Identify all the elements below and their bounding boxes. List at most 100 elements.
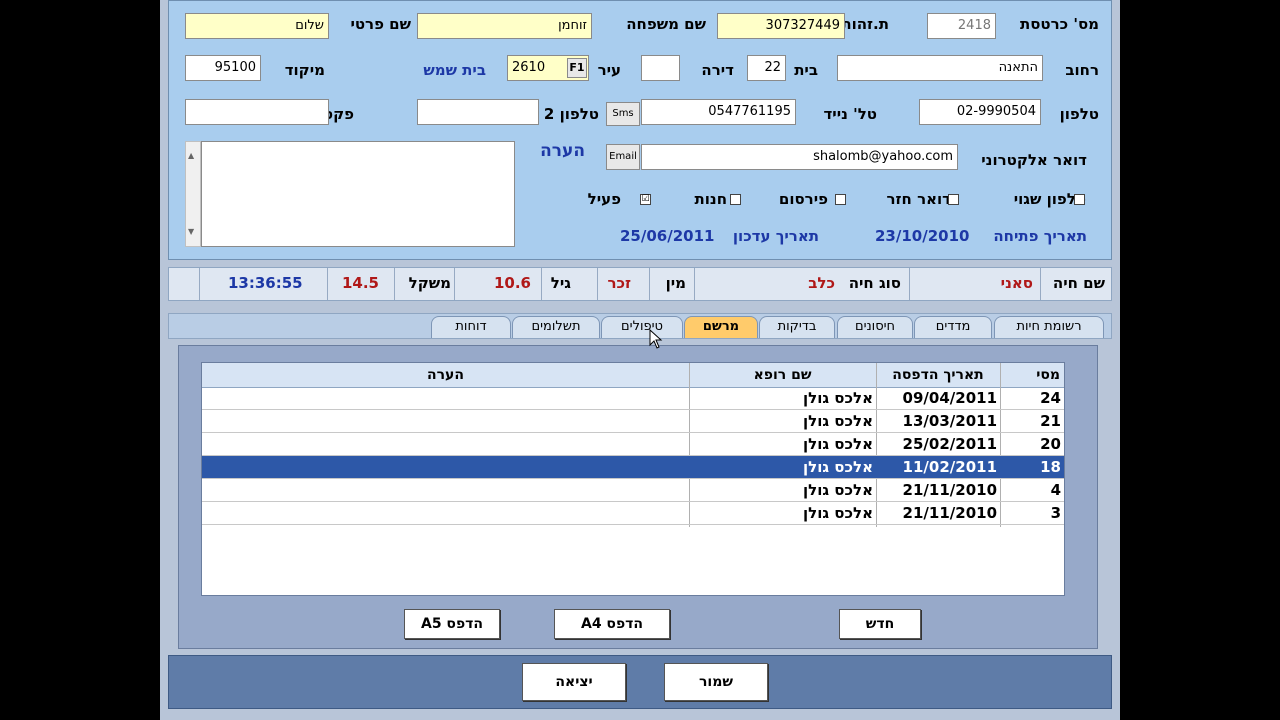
update-date-value: 25/06/2011: [620, 227, 715, 245]
id-label: ת.זהות: [841, 15, 889, 33]
clock-time: 13:36:55: [228, 274, 303, 292]
open-date-label: תאריך פתיחה: [993, 227, 1087, 245]
new-button[interactable]: חדש: [839, 609, 921, 639]
cell-no: 20: [1040, 435, 1061, 453]
prescriptions-panel: מסי תאריך הדפסה שם רופא הערה 24 09/04/20…: [178, 345, 1098, 649]
clinic-window: מס' כרטסת 2418 ת.זהות 307327449 שם משפחה…: [160, 0, 1120, 720]
checkbox-label-active: פעיל: [587, 190, 621, 208]
cell-no: 3: [1050, 504, 1061, 522]
bottom-bar: שמור יציאה: [168, 655, 1112, 709]
sex-value: זכר: [607, 274, 631, 292]
prescriptions-table: מסי תאריך הדפסה שם רופא הערה 24 09/04/20…: [201, 362, 1065, 596]
phone-field[interactable]: 02-9990504: [919, 99, 1041, 125]
save-button[interactable]: שמור: [664, 663, 768, 701]
mobile-label: טל' נייד: [823, 105, 877, 123]
strip-divider: [909, 268, 910, 300]
tab-reports[interactable]: דוחות: [431, 316, 511, 338]
animal-name-value: סאני: [1000, 274, 1033, 292]
table-row[interactable]: 24 09/04/2011 אלכס גולן: [202, 387, 1064, 410]
update-date-label: תאריך עדכון: [732, 227, 819, 245]
street-field[interactable]: התאנה: [837, 55, 1043, 81]
strip-divider: [541, 268, 542, 300]
first-name-field[interactable]: שלום: [185, 13, 329, 39]
cell-doctor: אלכס גולן: [803, 458, 873, 476]
tab-tests[interactable]: בדיקות: [759, 316, 835, 338]
advertising-checkbox[interactable]: [835, 194, 846, 205]
phone-label: טלפון: [1059, 105, 1099, 123]
strip-divider: [454, 268, 455, 300]
age-value: 10.6: [493, 274, 531, 292]
cell-note: [202, 387, 689, 410]
strip-divider: [327, 268, 328, 300]
strip-divider: [394, 268, 395, 300]
col-header-doctor[interactable]: שם רופא: [689, 363, 876, 387]
phone2-field[interactable]: [417, 99, 539, 125]
table-row[interactable]: 20 25/02/2011 אלכס גולן: [202, 433, 1064, 456]
note-textarea[interactable]: [201, 141, 515, 247]
last-name-field[interactable]: זוחמן: [417, 13, 592, 39]
cell-doctor: אלכס גולן: [803, 412, 873, 430]
mouse-cursor-icon: [649, 329, 663, 349]
card-no-field[interactable]: 2418: [927, 13, 996, 39]
cell-no: 21: [1040, 412, 1061, 430]
email-button[interactable]: Email: [606, 144, 640, 170]
cell-note: [202, 502, 689, 525]
strip-divider: [1040, 268, 1041, 300]
strip-divider: [649, 268, 650, 300]
strip-divider: [597, 268, 598, 300]
id-field[interactable]: 307327449: [717, 13, 845, 39]
tab-measurements[interactable]: מדדים: [914, 316, 992, 338]
city-name: בית שמש: [423, 61, 486, 79]
weight-value: 14.5: [341, 274, 379, 292]
table-row[interactable]: 4 21/11/2010 אלכס גולן: [202, 479, 1064, 502]
tab-vaccinations[interactable]: חיסונים: [837, 316, 913, 338]
animal-type-value: כלב: [808, 274, 835, 292]
checkbox-label-mail-returned: דואר חזר: [886, 190, 951, 208]
mobile-field[interactable]: 0547761195: [641, 99, 796, 125]
table-row[interactable]: 21 13/03/2011 אלכס גולן: [202, 410, 1064, 433]
note-scrollbar[interactable]: ▲ ▼: [185, 141, 201, 247]
tab-payments[interactable]: תשלומים: [512, 316, 600, 338]
fax-field[interactable]: [185, 99, 329, 125]
cell-note: [202, 433, 689, 456]
tab-prescription[interactable]: מרשם: [684, 316, 758, 338]
city-lookup-button[interactable]: F1: [567, 58, 587, 78]
print-a4-button[interactable]: הדפס A4: [554, 609, 670, 639]
col-header-no[interactable]: מסי: [1000, 363, 1064, 387]
zip-label: מיקוד: [284, 61, 325, 79]
zip-field[interactable]: 95100: [185, 55, 261, 81]
wrong-phone-checkbox[interactable]: [1074, 194, 1085, 205]
strip-divider: [694, 268, 695, 300]
checkbox-label-advertising: פירסום: [778, 190, 828, 208]
table-row[interactable]: 3 21/11/2010 אלכס גולן: [202, 502, 1064, 525]
tab-animal-records[interactable]: רשומת חיות: [994, 316, 1104, 338]
store-checkbox[interactable]: [730, 194, 741, 205]
phone2-label: טלפון 2: [543, 105, 599, 123]
cell-doctor: אלכס גולן: [803, 504, 873, 522]
sex-label: מין: [665, 274, 686, 292]
note-label: הערה: [540, 141, 585, 161]
city-label: עיר: [597, 61, 621, 79]
weight-label: משקל: [408, 274, 451, 292]
active-checkbox[interactable]: ☑: [640, 194, 651, 205]
cell-date: 21/11/2010: [902, 481, 997, 499]
sms-button[interactable]: Sms: [606, 102, 640, 126]
house-label: בית: [794, 61, 818, 79]
table-header: מסי תאריך הדפסה שם רופא הערה: [202, 363, 1064, 388]
cell-date: 21/11/2010: [902, 504, 997, 522]
table-row-selected[interactable]: 18 11/02/2011 אלכס גולן: [202, 456, 1064, 479]
email-label: דואר אלקטרוני: [981, 151, 1087, 169]
col-header-print-date[interactable]: תאריך הדפסה: [876, 363, 1000, 387]
house-field[interactable]: 22: [747, 55, 786, 81]
cell-doctor: אלכס גולן: [803, 435, 873, 453]
cell-no: 18: [1040, 458, 1061, 476]
street-label: רחוב: [1065, 61, 1099, 79]
mail-returned-checkbox[interactable]: [948, 194, 959, 205]
exit-button[interactable]: יציאה: [522, 663, 626, 701]
col-header-note[interactable]: הערה: [202, 363, 689, 387]
apt-field[interactable]: [641, 55, 680, 81]
cell-note: [202, 410, 689, 433]
print-a5-button[interactable]: הדפס A5: [404, 609, 500, 639]
email-field[interactable]: shalomb@yahoo.com: [641, 144, 958, 170]
tab-treatments[interactable]: טיפולים: [601, 316, 683, 338]
